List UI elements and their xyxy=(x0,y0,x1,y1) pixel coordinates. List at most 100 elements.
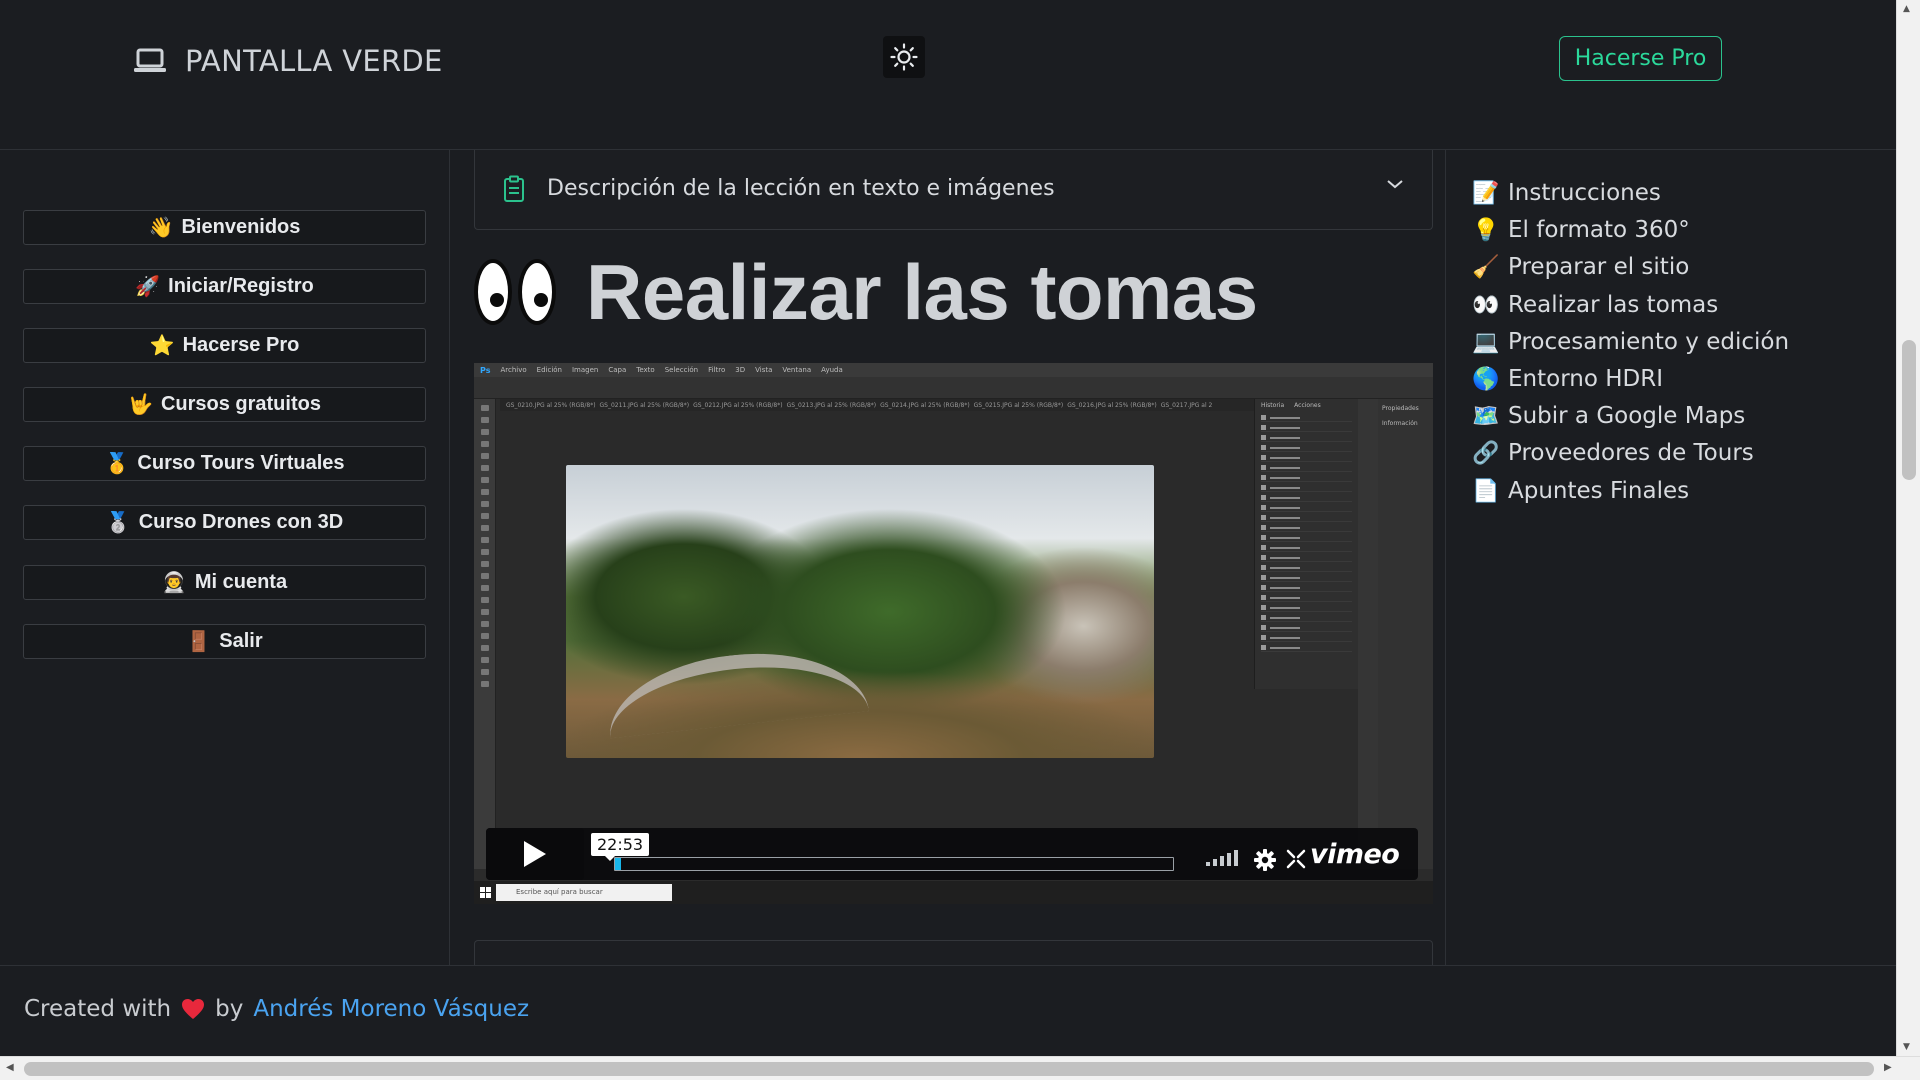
globe-icon: 🌎 xyxy=(1472,366,1500,392)
theme-toggle-button[interactable] xyxy=(883,36,925,78)
toc-label: Apuntes Finales xyxy=(1508,478,1690,504)
ps-menu-item: Filtro xyxy=(708,366,726,374)
brand-name: PANTALLA VERDE xyxy=(185,44,443,78)
play-icon xyxy=(524,841,546,867)
ps-tab: GS_0217.JPG al 2 xyxy=(1160,401,1213,409)
settings-gear-icon[interactable] xyxy=(1254,849,1276,871)
nav-label: Hacerse Pro xyxy=(182,334,300,356)
nav-curso-tours-virtuales[interactable]: 🥇 Curso Tours Virtuales xyxy=(23,446,426,481)
ps-menubar: Ps Archivo Edición Imagen Capa Texto Sel… xyxy=(474,363,1433,377)
left-sidebar: 👋 Bienvenidos 🚀 Iniciar/Registro ⭐ Hacer… xyxy=(0,150,450,965)
nav-bienvenidos[interactable]: 👋 Bienvenidos xyxy=(23,210,426,245)
page-icon: 📄 xyxy=(1472,478,1500,504)
footer-by: by xyxy=(215,996,244,1022)
toc-label: Proveedores de Tours xyxy=(1508,440,1754,466)
brand-logo[interactable]: PANTALLA VERDE xyxy=(133,44,443,78)
scroll-up-icon[interactable]: ▲ xyxy=(1903,4,1910,14)
nav-hacerse-pro[interactable]: ⭐ Hacerse Pro xyxy=(23,328,426,363)
page-title: Realizar las tomas xyxy=(586,247,1258,336)
toc-item-formato-360[interactable]: 💡 El formato 360° xyxy=(1472,217,1690,243)
rocket-icon: 🚀 xyxy=(135,276,161,298)
nav-curso-drones-3d[interactable]: 🥈 Curso Drones con 3D xyxy=(23,505,426,540)
eyes-icon xyxy=(474,259,556,325)
author-link[interactable]: Andrés Moreno Vásquez xyxy=(253,996,529,1022)
ps-menu-item: Selección xyxy=(664,366,699,374)
astronaut-icon: 👨‍🚀 xyxy=(161,572,187,594)
lesson-heading: Realizar las tomas xyxy=(474,242,1258,342)
vertical-scroll-thumb[interactable] xyxy=(1902,340,1916,480)
vertical-scrollbar[interactable]: ▲ ▼ xyxy=(1896,0,1920,1060)
horizontal-scrollbar[interactable]: ◀ ▶ xyxy=(0,1056,1920,1080)
ps-tab: GS_0212.JPG al 25% (RGB/8*) xyxy=(693,401,783,409)
nav-iniciar-registro[interactable]: 🚀 Iniciar/Registro xyxy=(23,269,426,304)
broom-icon: 🧹 xyxy=(1472,254,1500,280)
windows-logo-icon xyxy=(480,887,491,898)
toc-item-apuntes-finales[interactable]: 📄 Apuntes Finales xyxy=(1472,478,1689,504)
footer-prefix: Created with xyxy=(24,996,172,1022)
ps-tab: GS_0210.JPG al 25% (RGB/8*) xyxy=(506,401,596,409)
ps-tab: GS_0214.JPG al 25% (RGB/8*) xyxy=(880,401,970,409)
accordion-label: Descripción de la lección en texto e imá… xyxy=(547,176,1055,201)
ps-tab: GS_0213.JPG al 25% (RGB/8*) xyxy=(786,401,877,409)
main-content: Descripción de la lección en texto e imá… xyxy=(450,150,1446,970)
scroll-right-icon[interactable]: ▶ xyxy=(1884,1062,1892,1073)
lesson-description-accordion[interactable]: Descripción de la lección en texto e imá… xyxy=(474,150,1433,230)
sun-icon xyxy=(890,43,918,71)
toc-item-procesamiento[interactable]: 💻 Procesamiento y edición xyxy=(1472,329,1789,355)
toc-item-realizar-tomas[interactable]: 👀 Realizar las tomas xyxy=(1472,292,1718,318)
light-bulb-icon: 💡 xyxy=(1472,217,1500,243)
door-icon: 🚪 xyxy=(186,631,212,653)
nav-label: Bienvenidos xyxy=(181,216,301,238)
rock-hand-icon: 🤟 xyxy=(128,394,153,416)
nav-label: Iniciar/Registro xyxy=(168,275,314,297)
toc-item-proveedores[interactable]: 🔗 Proveedores de Tours xyxy=(1472,440,1754,466)
hacerse-pro-button[interactable]: Hacerse Pro xyxy=(1559,36,1722,81)
nav-cursos-gratuitos[interactable]: 🤟 Cursos gratuitos xyxy=(23,387,426,422)
nav-salir[interactable]: 🚪 Salir xyxy=(23,624,426,659)
photoshop-logo-icon: Ps xyxy=(480,365,491,375)
toc-label: Instrucciones xyxy=(1508,180,1661,206)
toc-label: El formato 360° xyxy=(1508,217,1690,243)
ps-menu-item: Vista xyxy=(755,366,773,374)
toc-label: Entorno HDRI xyxy=(1508,366,1663,392)
ps-options-bar xyxy=(474,377,1433,399)
play-button[interactable] xyxy=(486,828,584,880)
ps-menu-item: Imagen xyxy=(571,366,599,374)
video-time: 22:53 xyxy=(591,833,650,861)
video-player[interactable]: Ps Archivo Edición Imagen Capa Texto Sel… xyxy=(474,363,1433,904)
nav-label: Curso Tours Virtuales xyxy=(137,452,345,474)
ps-props-label: Información xyxy=(1382,420,1418,427)
nav-mi-cuenta[interactable]: 👨‍🚀 Mi cuenta xyxy=(23,565,426,600)
taskbar-search: Escribe aquí para buscar xyxy=(496,884,672,901)
horizontal-scroll-thumb[interactable] xyxy=(24,1062,1874,1076)
ps-tab: GS_0215.JPG al 25% (RGB/8*) xyxy=(973,401,1064,409)
clipboard-icon xyxy=(504,175,524,202)
laptop-icon xyxy=(134,48,166,72)
toc-item-google-maps[interactable]: 🗺️ Subir a Google Maps xyxy=(1472,403,1745,429)
nav-label: Cursos gratuitos xyxy=(160,393,321,415)
map-icon: 🗺️ xyxy=(1472,403,1500,429)
toc-item-instrucciones[interactable]: 📝 Instrucciones xyxy=(1472,180,1661,206)
fullscreen-icon[interactable] xyxy=(1286,849,1306,869)
toc-item-preparar-sitio[interactable]: 🧹 Preparar el sitio xyxy=(1472,254,1689,280)
nav-label: Mi cuenta xyxy=(194,571,288,593)
progress-fill xyxy=(615,858,621,870)
windows-taskbar: Escribe aquí para buscar xyxy=(474,881,1433,904)
ps-panel-tab: Historia xyxy=(1261,402,1285,409)
ps-menu-item: Archivo xyxy=(500,366,527,374)
volume-icon[interactable] xyxy=(1206,850,1238,866)
ps-tab: GS_0211.JPG al 25% (RGB/8*) xyxy=(599,401,690,409)
table-of-contents: 📝 Instrucciones 💡 El formato 360° 🧹 Prep… xyxy=(1446,150,1896,965)
video-progress-bar[interactable] xyxy=(614,857,1174,871)
ps-toolbar xyxy=(474,399,496,869)
scroll-down-icon[interactable]: ▼ xyxy=(1903,1042,1910,1052)
scroll-left-icon[interactable]: ◀ xyxy=(6,1062,14,1073)
chevron-down-icon xyxy=(1387,180,1403,189)
ps-menu-item: Edición xyxy=(536,366,562,374)
vimeo-logo[interactable]: vimeo xyxy=(1310,839,1400,870)
gold-medal-icon: 🥇 xyxy=(104,453,130,475)
toc-label: Preparar el sitio xyxy=(1508,254,1690,280)
nav-label: Curso Drones con 3D xyxy=(138,511,344,533)
eyes-icon: 👀 xyxy=(1472,292,1500,318)
toc-item-entorno-hdri[interactable]: 🌎 Entorno HDRI xyxy=(1472,366,1663,392)
